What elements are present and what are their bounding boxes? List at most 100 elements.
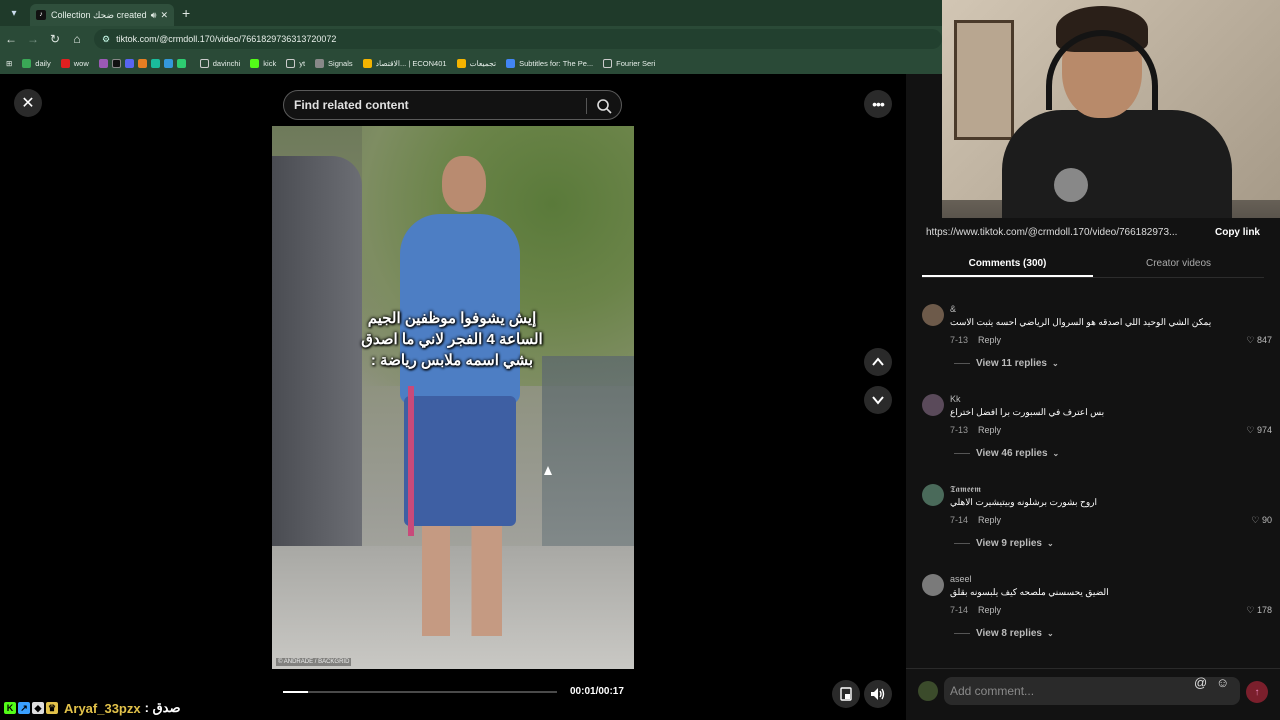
volume-button[interactable] [864,680,892,708]
view-replies-button[interactable]: View 9 replies ⌄ [954,538,1054,549]
badge-icon: ◆ [32,702,44,714]
comment-author[interactable]: & [950,304,956,314]
post-comment-button[interactable]: ↑ [1246,681,1268,703]
bookmark-icon [137,58,147,68]
webcam-door-frame [954,20,1014,140]
tab-close-icon[interactable]: ✕ [160,10,168,21]
apps-icon[interactable]: ⊞ [6,59,12,68]
comment-meta: 7-13 Reply [950,335,1001,345]
bookmark-daily[interactable]: daily [22,58,51,68]
chevron-down-icon [872,396,884,405]
mouse-cursor [544,466,552,475]
bookmark-yt[interactable]: yt [286,58,305,68]
streamer-body [1002,110,1232,218]
replies-line [954,363,970,364]
address-bar[interactable]: ⚙ tiktok.com/@crmdoll.170/video/76618297… [94,29,942,49]
forward-icon[interactable]: → [22,32,44,46]
tab-search-icon[interactable]: ▾ [4,3,24,23]
avatar[interactable] [922,304,944,326]
bookmark-wow[interactable]: wow [60,58,89,68]
tiktok-icon [111,58,121,68]
video-player[interactable]: إيش يشوفوا موظفين الجيم الساعة 4 الفجر ل… [272,126,634,669]
view-replies-label: View 11 replies [976,358,1047,369]
search-input[interactable]: Find related content [294,98,409,112]
chevron-down-icon: ⌄ [1046,629,1054,638]
heart-icon: ♡ [1251,515,1262,525]
bookmark-econ[interactable]: الاقتصاد... | ECON401 [362,58,447,68]
reload-icon[interactable]: ↻ [44,32,66,46]
chat-text: : صدق [144,700,181,715]
tiktok-favicon-icon: ♪ [36,10,46,20]
reply-button[interactable]: Reply [978,425,1001,435]
bookmark-icon [506,58,516,68]
comment-date: 7-14 [950,515,969,525]
avatar[interactable] [922,394,944,416]
heart-icon: ♡ [1246,605,1257,615]
browser-tab-bar: ▾ ♪ Collection ضحك created by 🔊︎ ✕ + [0,0,942,26]
screen: ▾ ♪ Collection ضحك created by 🔊︎ ✕ + ← →… [0,0,1280,720]
comment-likes[interactable]: ♡ 847 [1246,335,1272,346]
search-box[interactable]: Find related content [283,90,622,120]
comment-likes[interactable]: ♡ 974 [1246,425,1272,436]
previous-video-button[interactable] [864,348,892,376]
url-text: tiktok.com/@crmdoll.170/video/7661829736… [116,34,337,44]
person-head [442,156,486,212]
home-icon[interactable]: ⌂ [66,32,88,46]
comment-text: بس اعترف في السبورت برا افضل اختراع [950,407,1105,417]
drive-icon [456,58,466,68]
chevron-up-icon [872,357,884,366]
comment-meta: 7-13 Reply [950,425,1001,435]
share-url[interactable]: https://www.tiktok.com/@crmdoll.170/vide… [926,227,1207,238]
search-icon[interactable] [595,97,613,115]
chevron-down-icon: ⌄ [1052,449,1060,458]
view-replies-button[interactable]: View 8 replies ⌄ [954,628,1054,639]
tab-comments[interactable]: Comments (300) [922,252,1093,277]
next-video-button[interactable] [864,386,892,414]
bookmark-signals[interactable]: Signals [315,58,353,68]
tab-title: Collection ضحك created by [51,9,147,20]
comment-author[interactable]: aseel [950,574,972,584]
audio-playing-icon[interactable]: 🔊︎ [151,10,157,21]
my-avatar [918,681,938,701]
comment-meta: 7-14 Reply [950,605,1001,615]
close-button[interactable]: ✕ [14,89,42,117]
site-info-icon[interactable]: ⚙ [102,34,110,45]
bookmarks-bar: ⊞ daily wow davinchi kick yt Signals الا… [0,52,942,74]
mention-icon[interactable]: @ [1194,675,1207,690]
reply-button[interactable]: Reply [978,515,1001,525]
background-bin [542,356,634,576]
bookmark-davinchi[interactable]: davinchi [199,58,240,68]
floating-player-icon [840,687,852,701]
back-icon[interactable]: ← [0,32,22,46]
emoji-icon[interactable]: ☺ [1216,675,1229,690]
close-icon: ✕ [21,95,35,112]
bookmark-kick[interactable]: kick [250,58,276,68]
bookmark-tajmiat[interactable]: تجميعات [456,58,496,68]
reply-button[interactable]: Reply [978,605,1001,615]
avatar[interactable] [922,484,944,506]
reply-button[interactable]: Reply [978,335,1001,345]
browser-tab[interactable]: ♪ Collection ضحك created by 🔊︎ ✕ [30,4,174,26]
comment-author[interactable]: 𝕿𝖆𝖒𝖊𝖊𝖒 [950,484,981,495]
more-options-button[interactable]: ••• [864,90,892,118]
bookmark-fourier[interactable]: Fourier Seri [603,58,655,68]
kick-icon [250,58,260,68]
tab-creator-videos[interactable]: Creator videos [1093,252,1264,277]
bookmark-icons-group[interactable] [98,58,190,68]
comment-date: 7-13 [950,425,969,435]
comment-text: يمكن الشي الوحيد اللي اصدقه هو السروال ا… [950,317,1212,327]
replies-line [954,453,970,454]
bookmark-subtitles[interactable]: Subtitles for: The Pe... [506,58,593,68]
view-replies-label: View 46 replies [976,448,1048,459]
new-tab-button[interactable]: + [182,5,190,21]
view-replies-button[interactable]: View 46 replies ⌄ [954,448,1059,459]
copy-link-button[interactable]: Copy link [1215,227,1260,238]
view-replies-button[interactable]: View 11 replies ⌄ [954,358,1059,369]
heart-icon: ♡ [1246,425,1257,435]
comment-author[interactable]: Kk [950,394,961,404]
comment-likes[interactable]: ♡ 90 [1251,515,1272,526]
comment-likes[interactable]: ♡ 178 [1246,605,1272,616]
floating-player-button[interactable] [832,680,860,708]
avatar[interactable] [922,574,944,596]
video-progress-bar[interactable] [283,691,557,693]
